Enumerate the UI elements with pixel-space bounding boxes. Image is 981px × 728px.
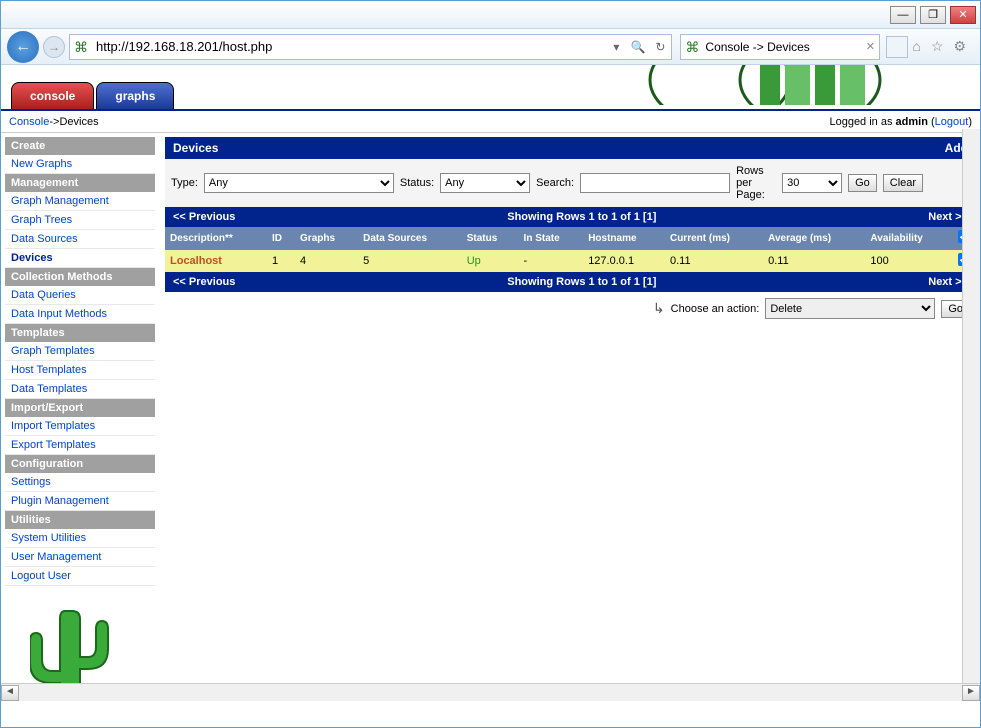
col-data-sources[interactable]: Data Sources (358, 227, 462, 250)
sidebar-item-data-queries[interactable]: Data Queries (5, 286, 155, 305)
sidebar-item-user-management[interactable]: User Management (5, 548, 155, 567)
arrow-indicator-icon: ↳ (653, 300, 665, 317)
horizontal-scrollbar[interactable]: ◄ ► (1, 683, 980, 701)
type-select[interactable]: Any (204, 173, 394, 193)
sidebar-section-header: Management (5, 174, 155, 192)
col-description[interactable]: Description** (165, 227, 267, 250)
tab-close-icon[interactable]: ✕ (861, 40, 879, 53)
breadcrumb-page: Devices (59, 116, 98, 128)
col-average[interactable]: Average (ms) (763, 227, 865, 250)
tab-console[interactable]: console (11, 82, 94, 109)
search-label: Search: (536, 177, 574, 189)
action-select[interactable]: Delete (765, 298, 935, 319)
col-availability[interactable]: Availability (865, 227, 953, 250)
sidebar-item-import-templates[interactable]: Import Templates (5, 417, 155, 436)
breadcrumb: Console -> Devices Logged in as admin (L… (1, 111, 980, 133)
maximize-button[interactable]: ❐ (920, 6, 946, 24)
sidebar: CreateNew GraphsManagementGraph Manageme… (5, 137, 155, 701)
sidebar-section-header: Create (5, 137, 155, 155)
prev-link-bottom[interactable]: << Previous (173, 276, 235, 288)
sidebar-item-graph-templates[interactable]: Graph Templates (5, 342, 155, 361)
section-title: Devices (173, 141, 218, 155)
type-label: Type: (171, 177, 198, 189)
sidebar-item-data-input-methods[interactable]: Data Input Methods (5, 305, 155, 324)
tab-favicon: ⌘ (685, 39, 701, 55)
vertical-scrollbar[interactable] (962, 129, 980, 683)
window-titlebar: — ❐ ✕ (1, 1, 980, 29)
sidebar-section-header: Collection Methods (5, 268, 155, 286)
logged-in-user: admin (896, 116, 928, 128)
sidebar-item-data-sources[interactable]: Data Sources (5, 230, 155, 249)
main-content: Devices Add Type: Any Status: Any Search… (165, 137, 976, 701)
action-row: ↳ Choose an action: Delete Go (165, 292, 976, 325)
col-id[interactable]: ID (267, 227, 295, 250)
sidebar-item-graph-management[interactable]: Graph Management (5, 192, 155, 211)
scroll-right-icon[interactable]: ► (962, 685, 980, 701)
sidebar-item-plugin-management[interactable]: Plugin Management (5, 492, 155, 511)
sidebar-item-export-templates[interactable]: Export Templates (5, 436, 155, 455)
sidebar-item-logout-user[interactable]: Logout User (5, 567, 155, 586)
rows-label: Rows per Page: (736, 165, 776, 201)
pager-info-bottom: Showing Rows 1 to 1 of 1 [1] (235, 276, 928, 288)
col-graphs[interactable]: Graphs (295, 227, 358, 250)
status-label: Status: (400, 177, 434, 189)
close-button[interactable]: ✕ (950, 6, 976, 24)
tab-title: Console -> Devices (705, 40, 861, 54)
sidebar-section-header: Templates (5, 324, 155, 342)
sidebar-item-devices[interactable]: Devices (5, 249, 155, 268)
sidebar-section-header: Import/Export (5, 399, 155, 417)
sidebar-section-header: Utilities (5, 511, 155, 529)
url-input[interactable] (94, 35, 605, 59)
devices-table: Description** ID Graphs Data Sources Sta… (165, 227, 976, 272)
breadcrumb-sep: -> (49, 116, 59, 128)
sidebar-item-settings[interactable]: Settings (5, 473, 155, 492)
scroll-left-icon[interactable]: ◄ (1, 685, 19, 701)
device-name-link[interactable]: Localhost (165, 250, 267, 272)
sidebar-item-data-templates[interactable]: Data Templates (5, 380, 155, 399)
banner-graphic (640, 65, 920, 108)
action-label: Choose an action: (671, 303, 760, 315)
favorites-icon[interactable]: ☆ (931, 38, 944, 55)
forward-button[interactable]: → (43, 36, 65, 58)
prev-link[interactable]: << Previous (173, 211, 235, 223)
pager-top: << Previous Showing Rows 1 to 1 of 1 [1]… (165, 207, 976, 227)
browser-toolbar: ← → ⌘ ▾ 🔍 ↻ ⌘ Console -> Devices ✕ ⌂ ☆ ⚙ (1, 29, 980, 65)
sidebar-section-header: Configuration (5, 455, 155, 473)
status-select[interactable]: Any (440, 173, 530, 193)
sidebar-item-graph-trees[interactable]: Graph Trees (5, 211, 155, 230)
breadcrumb-console-link[interactable]: Console (9, 116, 49, 128)
rows-select[interactable]: 30 (782, 173, 842, 193)
settings-icon[interactable]: ⚙ (953, 38, 966, 55)
sidebar-item-system-utilities[interactable]: System Utilities (5, 529, 155, 548)
sidebar-item-new-graphs[interactable]: New Graphs (5, 155, 155, 174)
logout-link[interactable]: Logout (935, 116, 969, 128)
refresh-icon[interactable]: ↻ (649, 40, 671, 54)
home-icon[interactable]: ⌂ (912, 38, 920, 55)
col-hostname[interactable]: Hostname (583, 227, 665, 250)
pager-bottom: << Previous Showing Rows 1 to 1 of 1 [1]… (165, 272, 976, 292)
table-row[interactable]: Localhost145Up-127.0.0.10.110.11100 (165, 250, 976, 272)
url-dropdown-icon[interactable]: ▾ (605, 40, 627, 54)
minimize-button[interactable]: — (890, 6, 916, 24)
sidebar-item-host-templates[interactable]: Host Templates (5, 361, 155, 380)
col-current[interactable]: Current (ms) (665, 227, 763, 250)
browser-tab[interactable]: ⌘ Console -> Devices ✕ (680, 34, 880, 60)
search-input[interactable] (580, 173, 730, 193)
app-banner: console graphs (1, 65, 980, 111)
filter-bar: Type: Any Status: Any Search: Rows per P… (165, 159, 976, 207)
new-tab-button[interactable] (886, 36, 908, 58)
go-button[interactable]: Go (848, 174, 877, 192)
address-bar: ⌘ ▾ 🔍 ↻ (69, 34, 672, 60)
site-icon: ⌘ (74, 39, 90, 55)
col-status[interactable]: Status (462, 227, 519, 250)
clear-button[interactable]: Clear (883, 174, 923, 192)
pager-info: Showing Rows 1 to 1 of 1 [1] (235, 211, 928, 223)
section-header: Devices Add (165, 137, 976, 159)
back-button[interactable]: ← (7, 31, 39, 63)
logged-in-label: Logged in as (829, 116, 895, 128)
search-icon[interactable]: 🔍 (627, 40, 649, 54)
table-header-row: Description** ID Graphs Data Sources Sta… (165, 227, 976, 250)
col-in-state[interactable]: In State (519, 227, 584, 250)
tab-graphs[interactable]: graphs (96, 82, 174, 109)
